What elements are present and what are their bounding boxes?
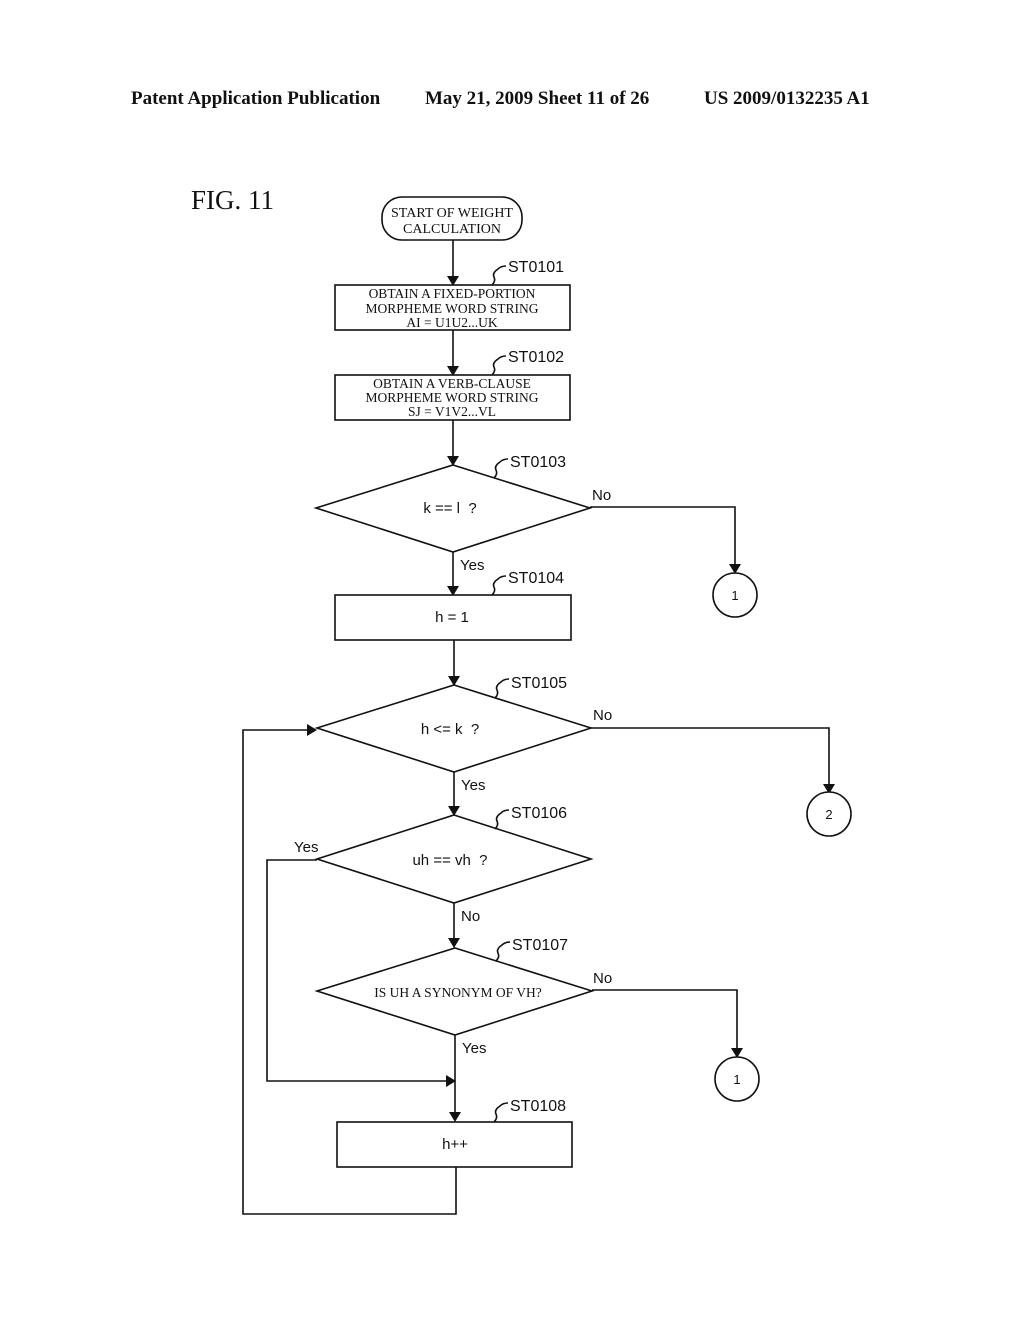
- st0103-condition: k == l ?: [423, 500, 476, 517]
- st0105-no-label: No: [593, 707, 612, 724]
- step-id-st0103: ST0103: [510, 454, 566, 471]
- step-leader: [491, 575, 507, 596]
- st0104-text: h = 1: [435, 609, 469, 626]
- step-leader: [495, 941, 511, 962]
- st0102-line-2: MORPHEME WORD STRING: [365, 390, 538, 405]
- connector-label: 2: [825, 807, 832, 822]
- st0106-yes-label: Yes: [294, 839, 318, 856]
- arrow-head: [448, 938, 460, 948]
- arrow-head: [307, 724, 317, 736]
- step-id-st0108: ST0108: [510, 1098, 566, 1115]
- step-st0107: IS UH A SYNONYM OF VH? ST0107 No Yes: [314, 937, 612, 1057]
- connector-label: 1: [733, 1072, 740, 1087]
- step-st0105: h <= k ? ST0105 No Yes: [314, 675, 612, 794]
- st0102-line-1: OBTAIN A VERB-CLAUSE: [373, 376, 531, 391]
- step-st0106: uh == vh ? ST0106 Yes No: [294, 805, 594, 925]
- flow-line: [591, 727, 830, 786]
- step-id-st0101: ST0101: [508, 259, 564, 276]
- start-line-1: START OF WEIGHT: [391, 206, 513, 221]
- st0107-yes-label: Yes: [462, 1040, 486, 1057]
- step-leader: [493, 458, 509, 479]
- step-leader: [493, 1102, 509, 1123]
- flow-line: [592, 989, 738, 1050]
- st0101-line-3: AI = U1U2...UK: [406, 315, 497, 330]
- connector-1-b: 1: [714, 1056, 760, 1102]
- connector-1-a: 1: [712, 572, 758, 618]
- connector-2: 2: [806, 791, 852, 837]
- st0101-line-1: OBTAIN A FIXED-PORTION: [369, 286, 536, 301]
- st0103-yes-label: Yes: [460, 557, 484, 574]
- flow-line: [590, 506, 736, 566]
- step-leader: [491, 265, 507, 286]
- st0107-no-label: No: [593, 970, 612, 987]
- step-id-st0106: ST0106: [511, 805, 567, 822]
- start-line-2: CALCULATION: [403, 222, 501, 237]
- step-leader: [494, 678, 510, 699]
- st0101-line-2: MORPHEME WORD STRING: [365, 301, 538, 316]
- st0103-no-label: No: [592, 487, 611, 504]
- connector-label: 1: [731, 588, 738, 603]
- st0108-text: h++: [442, 1136, 468, 1153]
- step-leader: [494, 809, 510, 830]
- start-terminal: START OF WEIGHT CALCULATION: [381, 196, 523, 241]
- arrow-head: [449, 1112, 461, 1122]
- st0106-no-label: No: [461, 908, 480, 925]
- flowchart: START OF WEIGHT CALCULATION OBTAIN A FIX…: [242, 196, 852, 1215]
- st0105-yes-label: Yes: [461, 777, 485, 794]
- st0107-condition: IS UH A SYNONYM OF VH?: [374, 985, 541, 1000]
- step-leader: [491, 355, 507, 376]
- step-st0103: k == l ? ST0103 No Yes: [313, 454, 611, 574]
- st0102-line-3: SJ = V1V2...VL: [408, 404, 496, 419]
- step-id-st0104: ST0104: [508, 570, 564, 587]
- step-id-st0102: ST0102: [508, 349, 564, 366]
- st0106-condition: uh == vh ?: [412, 852, 487, 869]
- st0105-condition: h <= k ?: [421, 721, 479, 738]
- step-id-st0107: ST0107: [512, 937, 568, 954]
- step-id-st0105: ST0105: [511, 675, 567, 692]
